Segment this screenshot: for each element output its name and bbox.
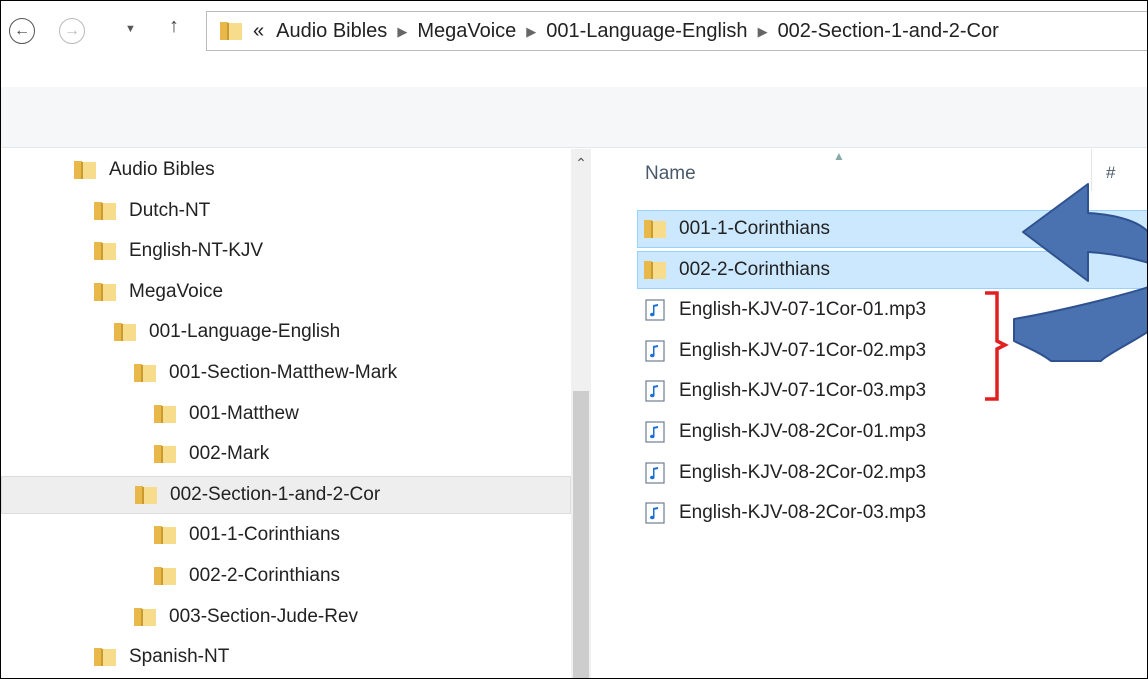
nav-tree-item[interactable]: 001-Matthew [1, 395, 299, 433]
folder-icon [220, 22, 242, 40]
back-arrow-icon: ← [14, 22, 30, 39]
nav-tree-item[interactable]: 002-Mark [1, 435, 269, 473]
breadcrumb-item[interactable]: 002-Section-1-and-2-Cor [778, 20, 999, 43]
file-name: 001-1-Corinthians [679, 218, 831, 239]
forward-button[interactable]: → [59, 18, 85, 44]
breadcrumb: « Audio Bibles ▶ MegaVoice ▶ 001-Languag… [253, 20, 999, 43]
chevron-right-icon[interactable]: ▶ [758, 24, 768, 40]
audio-file-icon [645, 340, 665, 362]
audio-file-icon [645, 421, 665, 443]
chevron-right-icon[interactable]: ▶ [526, 24, 536, 40]
file-row[interactable]: English-KJV-07-1Cor-03.mp3 [637, 372, 1147, 410]
file-row[interactable]: English-KJV-07-1Cor-02.mp3 [637, 332, 1147, 370]
column-header-number[interactable]: # [1106, 163, 1115, 183]
folder-icon [114, 323, 136, 342]
folder-icon [135, 485, 157, 504]
folder-icon [134, 364, 156, 382]
nav-tree-item-label: 002-Section-1-and-2-Cor [170, 483, 381, 505]
column-header-name-label: Name [645, 163, 696, 184]
command-bar [1, 87, 1147, 148]
nav-tree-item[interactable]: Dutch-NT [1, 192, 210, 230]
scroll-thumb[interactable] [573, 391, 589, 678]
audio-file-icon [645, 502, 665, 524]
file-name: 002-2-Corinthians [679, 258, 831, 280]
nav-tree-item[interactable]: 001-Section-Matthew-Mark [1, 354, 397, 392]
nav-tree-item[interactable]: Spanish-NT [1, 638, 229, 676]
file-row[interactable]: English-KJV-08-2Cor-01.mp3 [637, 413, 1147, 451]
folder-icon [94, 201, 116, 220]
column-divider[interactable] [1091, 149, 1092, 191]
folder-icon [154, 445, 176, 464]
file-row[interactable]: English-KJV-07-1Cor-01.mp3 [637, 291, 1147, 329]
nav-tree-item[interactable]: 001-Language-English [1, 313, 340, 351]
file-name: English-KJV-07-1Cor-01.mp3 [679, 299, 927, 321]
nav-pane-scrollbar[interactable]: ⌃ [571, 149, 591, 678]
audio-file-icon [645, 461, 665, 484]
file-list: Name ▲ # 001-1-Corinthians 002-2-Corinthi… [611, 149, 1147, 678]
nav-tree-item-label: Audio Bibles [109, 159, 215, 180]
nav-tree-item-label: 001-Section-Matthew-Mark [169, 362, 398, 383]
file-row[interactable]: English-KJV-08-2Cor-03.mp3 [637, 494, 1147, 532]
nav-tree-item[interactable]: English-NT-KJV [1, 232, 263, 270]
folder-icon [644, 220, 666, 238]
audio-file-icon [645, 299, 665, 321]
nav-tree-item-label: English-NT-KJV [129, 240, 264, 262]
nav-tree-item[interactable]: 003-Section-Jude-Rev [1, 598, 358, 636]
file-row[interactable]: English-KJV-08-2Cor-02.mp3 [637, 454, 1147, 492]
nav-tree-item-label: Dutch-NT [129, 199, 211, 221]
nav-tree-item[interactable]: 001-1-Corinthians [1, 516, 340, 554]
folder-icon [74, 161, 96, 179]
up-arrow-icon: ↑ [169, 15, 179, 37]
folder-icon [154, 404, 176, 423]
file-explorer-window: ← → ▼ ↑ « Audio Bibles ▶ MegaVoice ▶ 001… [0, 0, 1148, 679]
file-name: English-KJV-07-1Cor-03.mp3 [679, 380, 927, 402]
navigation-pane: Audio Bibles Dutch-NT English-NT-KJV MegaVo… [1, 149, 591, 678]
sort-ascending-icon: ▲ [833, 149, 845, 163]
breadcrumb-item[interactable]: 001-Language-English [546, 20, 747, 43]
nav-tree-item-label: Spanish-NT [129, 646, 230, 668]
audio-file-icon [645, 380, 665, 402]
nav-tree-item-label: 001-1-Corinthians [189, 524, 341, 546]
breadcrumb-overflow[interactable]: « [253, 20, 264, 43]
folder-row[interactable]: 001-1-Corinthians [637, 210, 1147, 248]
nav-tree-item-label: MegaVoice [129, 280, 224, 302]
folder-icon [154, 526, 176, 545]
file-name: English-KJV-08-2Cor-03.mp3 [679, 502, 927, 524]
chevron-down-icon: ▼ [125, 23, 136, 35]
scroll-up-icon[interactable]: ⌃ [571, 153, 591, 173]
nav-tree-item-label: 001-Language-English [149, 321, 341, 343]
address-bar-row: ← → ▼ ↑ « Audio Bibles ▶ MegaVoice ▶ 001… [1, 1, 1147, 87]
chevron-right-icon[interactable]: ▶ [397, 24, 407, 40]
nav-tree-item[interactable]: 002-Section-1-and-2-Cor [1, 475, 571, 514]
nav-tree-item[interactable]: 002-2-Corinthians [1, 557, 340, 595]
recent-locations-dropdown[interactable]: ▼ [125, 23, 136, 35]
folder-icon [94, 282, 116, 301]
nav-tree-item[interactable]: MegaVoice [1, 273, 223, 311]
folder-row[interactable]: 002-2-Corinthians [637, 250, 1147, 289]
up-button[interactable]: ↑ [169, 15, 179, 38]
nav-tree-item-label: 002-2-Corinthians [189, 565, 341, 586]
file-name: English-KJV-08-2Cor-02.mp3 [679, 461, 927, 483]
folder-icon [94, 242, 116, 261]
folder-icon [154, 567, 176, 585]
forward-arrow-icon: → [64, 22, 80, 39]
nav-tree-item-label: 003-Section-Jude-Rev [169, 605, 359, 627]
nav-tree-item-label: 001-Matthew [189, 402, 299, 424]
breadcrumb-item[interactable]: MegaVoice [417, 20, 516, 43]
back-button[interactable]: ← [9, 18, 35, 44]
folder-icon [644, 260, 666, 279]
nav-tree-item[interactable]: Audio Bibles [1, 151, 215, 189]
address-bar[interactable]: « Audio Bibles ▶ MegaVoice ▶ 001-Languag… [206, 11, 1147, 51]
file-name: English-KJV-07-1Cor-02.mp3 [679, 339, 927, 361]
nav-tree-item-label: 002-Mark [189, 443, 270, 465]
folder-icon [94, 648, 116, 667]
breadcrumb-item[interactable]: Audio Bibles [276, 20, 387, 43]
file-name: English-KJV-08-2Cor-01.mp3 [679, 421, 927, 442]
folder-icon [134, 607, 156, 626]
